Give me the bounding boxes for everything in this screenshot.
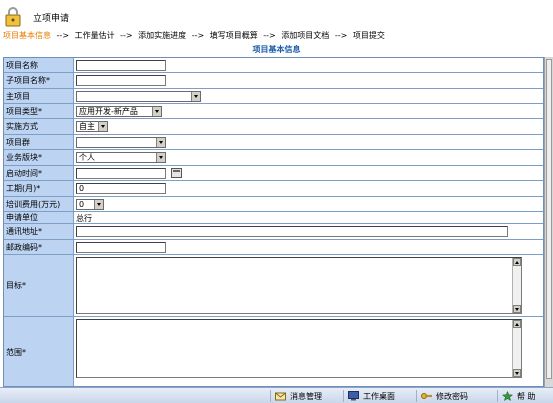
- field-label: 工期(月)*: [4, 181, 74, 196]
- scope-textarea[interactable]: [76, 319, 522, 378]
- row-project-name: 项目名称: [4, 58, 543, 73]
- help-button[interactable]: 帮 助: [497, 390, 553, 402]
- work-desktop-button[interactable]: 工作桌面: [343, 390, 415, 402]
- training-fee-select[interactable]: 0: [76, 199, 104, 210]
- field-label: 通讯地址*: [4, 224, 74, 239]
- textarea-scrollbar[interactable]: [512, 320, 521, 377]
- taskbar-label: 帮 助: [517, 391, 536, 401]
- step-workload[interactable]: 工作量估计: [75, 30, 115, 41]
- select-value: 应用开发-新产品: [79, 107, 138, 116]
- step-separator: -->: [56, 31, 70, 40]
- calendar-icon[interactable]: [171, 168, 182, 178]
- step-budget[interactable]: 填写项目概算: [210, 30, 258, 41]
- scroll-down-icon[interactable]: [513, 369, 521, 377]
- row-address: 通讯地址*: [4, 224, 543, 240]
- scroll-up-icon[interactable]: [513, 320, 521, 328]
- business-block-select[interactable]: 个人: [76, 152, 166, 163]
- step-separator: -->: [263, 31, 276, 40]
- step-separator: -->: [191, 31, 205, 40]
- step-separator: -->: [334, 31, 348, 40]
- step-schedule[interactable]: 添加实施进度: [138, 30, 186, 41]
- field-label: 项目类型*: [4, 104, 74, 118]
- chevron-down-icon[interactable]: [98, 122, 107, 131]
- impl-method-select[interactable]: 自主: [76, 121, 108, 132]
- row-duration: 工期(月)* 0: [4, 181, 543, 197]
- select-value: 0: [79, 200, 85, 209]
- field-label: 实施方式: [4, 119, 74, 134]
- project-form: 项目名称 子项目名称* 主项目 项目类型* 应用开发-新产品 实施方式 自主 项…: [3, 57, 544, 387]
- row-goal: 目标*: [4, 255, 543, 317]
- field-label: 子项目名称*: [4, 73, 74, 88]
- project-group-select[interactable]: [76, 137, 166, 148]
- section-title: 项目基本信息: [252, 45, 301, 54]
- select-value: 个人: [79, 153, 95, 162]
- row-project-type: 项目类型* 应用开发-新产品: [4, 104, 543, 119]
- field-label: 目标*: [4, 255, 74, 316]
- goal-textarea[interactable]: [76, 257, 522, 314]
- step-basic-info[interactable]: 项目基本信息: [3, 30, 51, 41]
- step-breadcrumb: 项目基本信息 --> 工作量估计 --> 添加实施进度 --> 填写项目概算 -…: [3, 30, 388, 42]
- duration-input[interactable]: 0: [76, 183, 166, 194]
- address-input[interactable]: [76, 226, 508, 237]
- main-project-select[interactable]: [76, 91, 201, 102]
- chevron-down-icon[interactable]: [152, 107, 161, 116]
- row-sub-project-name: 子项目名称*: [4, 73, 543, 89]
- page-scrollbar[interactable]: [544, 57, 553, 387]
- scroll-up-icon[interactable]: [513, 258, 521, 266]
- taskbar: 消息管理 工作桌面 修改密码 帮 助: [0, 387, 553, 403]
- row-project-group: 项目群: [4, 135, 543, 150]
- postcode-input[interactable]: [76, 242, 166, 253]
- step-documents[interactable]: 添加项目文档: [281, 30, 329, 41]
- textarea-scrollbar[interactable]: [512, 258, 521, 313]
- field-label: 项目名称: [4, 58, 74, 72]
- select-value: 自主: [79, 122, 95, 131]
- field-label: 范围*: [4, 317, 74, 386]
- envelope-icon: [275, 392, 286, 401]
- lock-icon: [5, 7, 21, 27]
- key-icon: [421, 393, 432, 399]
- field-label: 主项目: [4, 89, 74, 103]
- row-training-fee: 培训费用(万元) 0: [4, 197, 543, 212]
- chevron-down-icon[interactable]: [156, 138, 165, 147]
- project-type-select[interactable]: 应用开发-新产品: [76, 106, 162, 117]
- sub-project-name-input[interactable]: [76, 75, 166, 86]
- row-scope: 范围*: [4, 317, 543, 386]
- scrollbar-thumb[interactable]: [546, 59, 552, 379]
- chevron-down-icon[interactable]: [191, 92, 200, 101]
- scroll-down-icon[interactable]: [513, 305, 521, 313]
- field-label: 启动时间*: [4, 166, 74, 180]
- row-main-project: 主项目: [4, 89, 543, 104]
- chevron-down-icon[interactable]: [94, 200, 103, 209]
- step-separator: -->: [120, 31, 133, 40]
- page-title: 立项申请: [33, 14, 70, 24]
- row-applicant-unit: 申请单位 总行: [4, 212, 543, 224]
- step-submit[interactable]: 项目提交: [353, 30, 385, 41]
- field-label: 项目群: [4, 135, 74, 149]
- field-label: 业务版块*: [4, 150, 74, 165]
- start-time-input[interactable]: [76, 168, 166, 179]
- desktop-icon: [348, 391, 359, 401]
- row-start-time: 启动时间*: [4, 166, 543, 181]
- window-header: 立项申请: [0, 0, 553, 30]
- field-label: 培训费用(万元): [4, 197, 74, 211]
- field-label: 邮政编码*: [4, 240, 74, 254]
- change-password-button[interactable]: 修改密码: [416, 390, 496, 402]
- row-impl-method: 实施方式 自主: [4, 119, 543, 135]
- row-postcode: 邮政编码*: [4, 240, 543, 255]
- project-name-input[interactable]: [76, 60, 166, 71]
- row-business-block: 业务版块* 个人: [4, 150, 543, 166]
- taskbar-label: 修改密码: [436, 391, 468, 401]
- taskbar-label: 消息管理: [290, 391, 322, 401]
- field-label: 申请单位: [4, 212, 74, 223]
- help-star-icon: [502, 391, 513, 401]
- chevron-down-icon[interactable]: [156, 153, 165, 162]
- taskbar-label: 工作桌面: [363, 391, 395, 401]
- applicant-unit-value: 总行: [76, 214, 92, 223]
- message-mgmt-button[interactable]: 消息管理: [270, 390, 342, 402]
